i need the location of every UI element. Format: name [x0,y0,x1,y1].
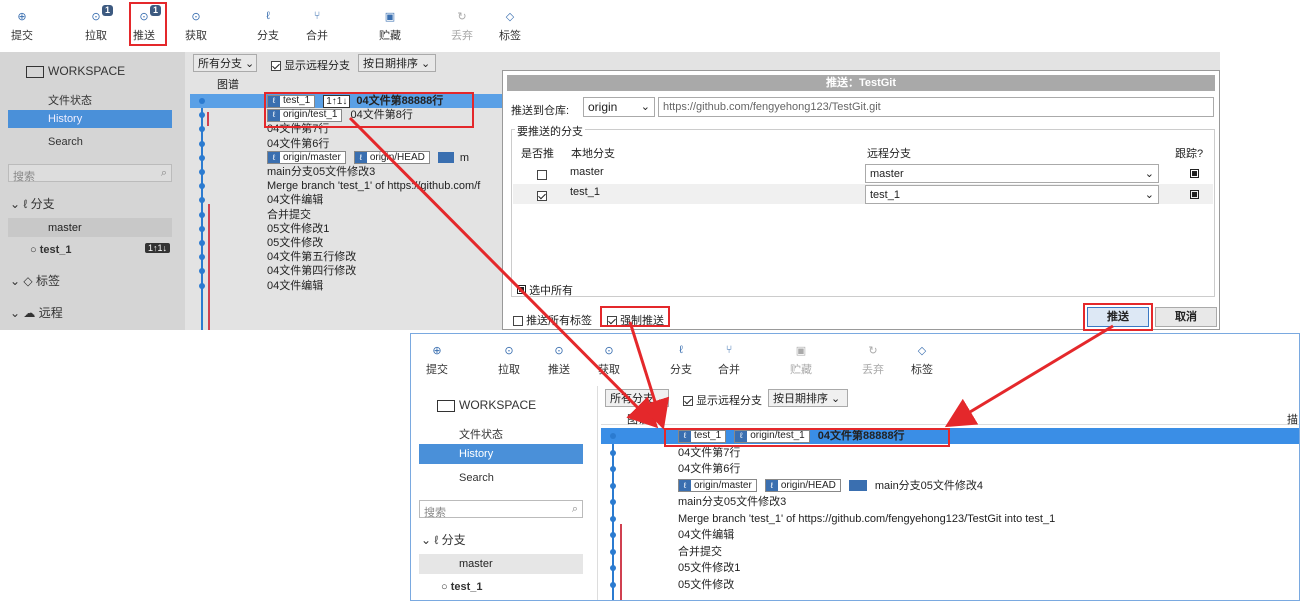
arrow-force-push [628,321,670,430]
arrow-top-commit [348,116,659,429]
annotation-arrows [348,116,1114,430]
screenshot-stage: ⊕ 提交 ⊙ 拉取 1 ⊙ 推送 1 ⊙ 获取 ℓ 分支 ⑂ 合并 ▣ 贮藏 ↻ 丢弃 ◇ 标签 WO… [0,0,1302,604]
arrow-push-button [944,324,1114,428]
